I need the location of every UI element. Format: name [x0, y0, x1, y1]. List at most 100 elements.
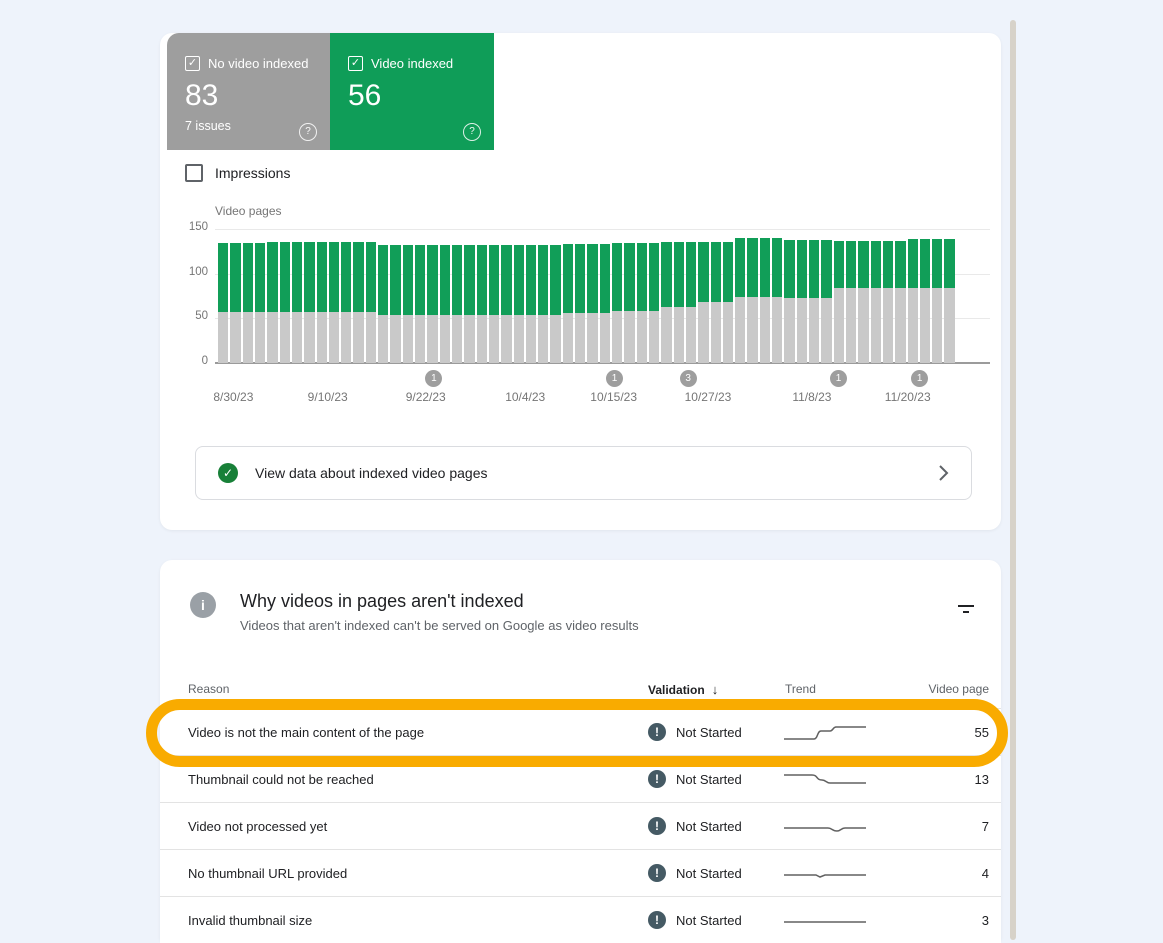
- chart-bar[interactable]: [908, 229, 918, 363]
- chart-bar[interactable]: [292, 229, 302, 363]
- reason-cell[interactable]: Invalid thumbnail size: [188, 913, 312, 928]
- chart-marker-badge[interactable]: 1: [425, 370, 442, 387]
- table-row[interactable]: Video not processed yet ! Not Started 7: [160, 802, 1001, 849]
- tile-no-video-indexed[interactable]: ✓ No video indexed 83 7 issues ?: [167, 33, 330, 150]
- reason-cell[interactable]: Video not processed yet: [188, 819, 327, 834]
- reason-cell[interactable]: Thumbnail could not be reached: [188, 772, 374, 787]
- table-row[interactable]: Invalid thumbnail size ! Not Started 3: [160, 896, 1001, 943]
- view-indexed-data-banner[interactable]: ✓ View data about indexed video pages: [195, 446, 972, 500]
- chart-bar[interactable]: [834, 229, 844, 363]
- chart-bar[interactable]: [427, 229, 437, 363]
- help-icon[interactable]: ?: [299, 123, 317, 141]
- validation-status: Not Started: [676, 819, 742, 834]
- chart-bar[interactable]: [624, 229, 634, 363]
- chart-bar[interactable]: [440, 229, 450, 363]
- reason-cell[interactable]: Video is not the main content of the pag…: [188, 725, 424, 740]
- tile-video-indexed[interactable]: ✓ Video indexed 56 ?: [330, 33, 494, 150]
- table-body: Video is not the main content of the pag…: [160, 708, 1001, 943]
- scrollbar-thumb[interactable]: [1010, 20, 1016, 940]
- column-header-validation[interactable]: Validation↓: [648, 682, 718, 697]
- table-row[interactable]: No thumbnail URL provided ! Not Started …: [160, 849, 1001, 896]
- chart-bar[interactable]: [784, 229, 794, 363]
- validation-cell: ! Not Started: [648, 911, 742, 929]
- chart-bar[interactable]: [674, 229, 684, 363]
- chart-bar[interactable]: [366, 229, 376, 363]
- chart-bar[interactable]: [846, 229, 856, 363]
- chart-bar[interactable]: [317, 229, 327, 363]
- video-pages-count: 55: [975, 725, 989, 740]
- checkbox-checked-icon[interactable]: ✓: [348, 56, 363, 71]
- chart-bar[interactable]: [550, 229, 560, 363]
- chart-bar[interactable]: [760, 229, 770, 363]
- chart-bar[interactable]: [920, 229, 930, 363]
- chart-bar[interactable]: [612, 229, 622, 363]
- chart-bar[interactable]: [563, 229, 573, 363]
- chart-bar[interactable]: [329, 229, 339, 363]
- chart-bar[interactable]: [871, 229, 881, 363]
- chart-bar[interactable]: [230, 229, 240, 363]
- chart-bar[interactable]: [255, 229, 265, 363]
- chart-bar[interactable]: [477, 229, 487, 363]
- chart-bar[interactable]: [587, 229, 597, 363]
- chart-marker-badge[interactable]: 1: [830, 370, 847, 387]
- chart-bar[interactable]: [403, 229, 413, 363]
- chart-bar[interactable]: [378, 229, 388, 363]
- chart-bar[interactable]: [735, 229, 745, 363]
- chart-bar[interactable]: [711, 229, 721, 363]
- chart-bar[interactable]: [267, 229, 277, 363]
- validation-cell: ! Not Started: [648, 817, 742, 835]
- chart-bar[interactable]: [243, 229, 253, 363]
- chart-bar[interactable]: [821, 229, 831, 363]
- checkbox-checked-icon[interactable]: ✓: [185, 56, 200, 71]
- chart-bar[interactable]: [698, 229, 708, 363]
- x-axis-label: 11/20/23: [885, 390, 931, 404]
- checkbox-unchecked-icon[interactable]: [185, 164, 203, 182]
- chart-bar[interactable]: [452, 229, 462, 363]
- chart-bar[interactable]: [341, 229, 351, 363]
- tile-label: Video indexed: [371, 56, 453, 72]
- chart-bar[interactable]: [280, 229, 290, 363]
- chart-bar[interactable]: [600, 229, 610, 363]
- table-row[interactable]: Video is not the main content of the pag…: [160, 708, 1001, 755]
- chart-bar[interactable]: [575, 229, 585, 363]
- chart-bar[interactable]: [661, 229, 671, 363]
- chart-marker-badge[interactable]: 3: [680, 370, 697, 387]
- chart-bar[interactable]: [489, 229, 499, 363]
- chart-bar[interactable]: [415, 229, 425, 363]
- chart-bar[interactable]: [932, 229, 942, 363]
- chart-bar[interactable]: [883, 229, 893, 363]
- tile-issues-count: 7 issues: [185, 119, 231, 133]
- video-pages-count: 3: [982, 913, 989, 928]
- chart-bar[interactable]: [637, 229, 647, 363]
- chart-bar[interactable]: [686, 229, 696, 363]
- chart-marker-badge[interactable]: 1: [606, 370, 623, 387]
- impressions-toggle[interactable]: Impressions: [185, 164, 290, 182]
- chart-bar[interactable]: [464, 229, 474, 363]
- reason-cell[interactable]: No thumbnail URL provided: [188, 866, 347, 881]
- chart-bar[interactable]: [944, 229, 954, 363]
- validation-cell: ! Not Started: [648, 723, 742, 741]
- table-row[interactable]: Thumbnail could not be reached ! Not Sta…: [160, 755, 1001, 802]
- chart-bar[interactable]: [747, 229, 757, 363]
- chart-bar[interactable]: [797, 229, 807, 363]
- chart-bar[interactable]: [304, 229, 314, 363]
- chart-bar[interactable]: [538, 229, 548, 363]
- filter-icon[interactable]: [955, 600, 977, 618]
- chart-bar[interactable]: [526, 229, 536, 363]
- y-axis-label: 150: [160, 221, 208, 233]
- chart-bar[interactable]: [218, 229, 228, 363]
- chart-bar[interactable]: [501, 229, 511, 363]
- chart-bar[interactable]: [858, 229, 868, 363]
- chart-bar[interactable]: [353, 229, 363, 363]
- chart-bar[interactable]: [895, 229, 905, 363]
- chart-bar[interactable]: [514, 229, 524, 363]
- chart-bar[interactable]: [723, 229, 733, 363]
- chart-bar[interactable]: [390, 229, 400, 363]
- not-started-icon: !: [648, 770, 666, 788]
- chart-marker-badge[interactable]: 1: [911, 370, 928, 387]
- help-icon[interactable]: ?: [463, 123, 481, 141]
- chart-bar[interactable]: [772, 229, 782, 363]
- chart-bar[interactable]: [649, 229, 659, 363]
- chevron-right-icon[interactable]: [938, 464, 949, 482]
- chart-bar[interactable]: [809, 229, 819, 363]
